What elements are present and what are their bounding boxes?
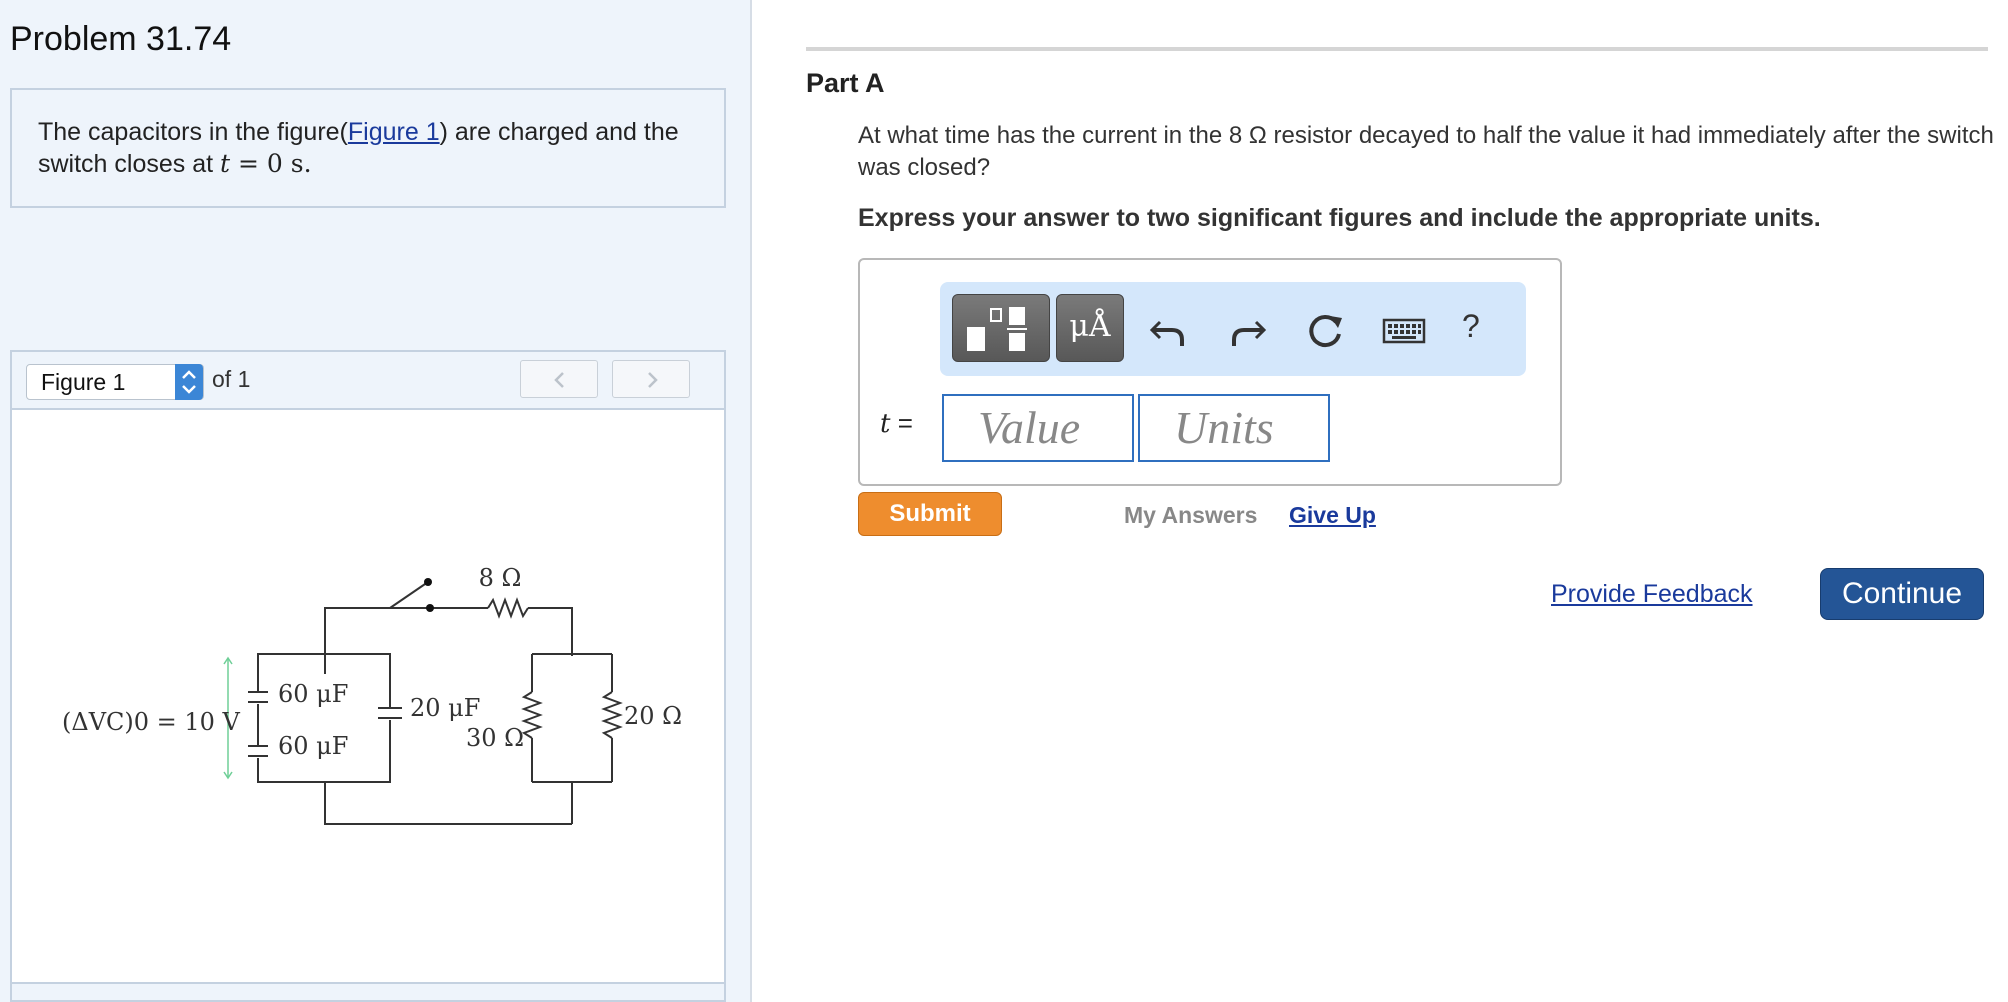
problem-statement: The capacitors in the figure(Figure 1) a… bbox=[10, 88, 726, 208]
answer-variable: t = bbox=[880, 408, 913, 439]
undo-icon[interactable] bbox=[1146, 308, 1192, 354]
chevron-left-icon bbox=[554, 372, 564, 388]
problem-pane: Problem 31.74 The capacitors in the figu… bbox=[0, 0, 752, 1002]
label-resistor-20: 20 Ω bbox=[624, 702, 682, 730]
units-button[interactable]: μÅ bbox=[1056, 294, 1124, 362]
give-up-link[interactable]: Give Up bbox=[1289, 502, 1376, 529]
chevron-right-icon bbox=[648, 372, 658, 388]
label-cap-60-bottom: 60 μF bbox=[278, 732, 348, 760]
submit-button[interactable]: Submit bbox=[858, 492, 1002, 536]
prev-figure-button[interactable] bbox=[520, 360, 598, 398]
figure-link[interactable]: Figure 1 bbox=[348, 118, 440, 146]
next-figure-button[interactable] bbox=[612, 360, 690, 398]
figure-select-value: Figure 1 bbox=[41, 369, 126, 395]
reset-icon[interactable] bbox=[1302, 308, 1348, 354]
keyboard-icon[interactable] bbox=[1380, 308, 1430, 354]
label-initial-voltage: (ΔVC)0 = 10 V bbox=[62, 708, 241, 736]
math-toolbar: μÅ ? bbox=[940, 282, 1526, 376]
part-title: Part A bbox=[806, 68, 885, 98]
provide-feedback-link[interactable]: Provide Feedback bbox=[1551, 580, 1753, 609]
divider bbox=[806, 47, 1988, 51]
continue-button[interactable]: Continue bbox=[1820, 568, 1984, 620]
figure-toolbar: Figure 1 of 1 bbox=[12, 352, 724, 410]
statement-prefix: The capacitors in the figure( bbox=[38, 118, 348, 146]
time-variable: t bbox=[220, 149, 231, 178]
units-button-label: μÅ bbox=[1069, 309, 1111, 344]
label-resistor-8: 8 Ω bbox=[479, 564, 522, 592]
units-input[interactable]: Units bbox=[1138, 394, 1330, 462]
templates-icon bbox=[967, 307, 1027, 351]
figure-panel: Figure 1 of 1 8 Ω 60 μF 60 μF 20 μF 30 Ω… bbox=[10, 350, 726, 1002]
answer-instruction: Express your answer to two significant f… bbox=[858, 204, 1821, 232]
answer-pane: Part A At what time has the current in t… bbox=[752, 0, 2008, 1002]
circuit-diagram: 8 Ω 60 μF 60 μF 20 μF 30 Ω 20 Ω (ΔVC)0 =… bbox=[62, 564, 682, 825]
label-cap-60-top: 60 μF bbox=[278, 680, 348, 708]
problem-title: Problem 31.74 bbox=[10, 20, 232, 58]
figure-footer bbox=[12, 982, 724, 1000]
figure-count: of 1 bbox=[212, 366, 251, 392]
my-answers-link[interactable]: My Answers bbox=[1124, 502, 1257, 529]
label-resistor-30: 30 Ω bbox=[466, 724, 524, 752]
templates-button[interactable] bbox=[952, 294, 1050, 362]
select-arrows-icon bbox=[175, 364, 203, 400]
answer-box: μÅ ? t = Value Units bbox=[858, 258, 1562, 486]
value-input[interactable]: Value bbox=[942, 394, 1134, 462]
redo-icon[interactable] bbox=[1224, 308, 1270, 354]
time-equation: = 0 s. bbox=[230, 149, 312, 178]
help-button[interactable]: ? bbox=[1462, 308, 1480, 345]
label-cap-20: 20 μF bbox=[410, 694, 480, 722]
question-text: At what time has the current in the 8 Ω … bbox=[858, 122, 1994, 181]
figure-select[interactable]: Figure 1 bbox=[26, 364, 204, 400]
